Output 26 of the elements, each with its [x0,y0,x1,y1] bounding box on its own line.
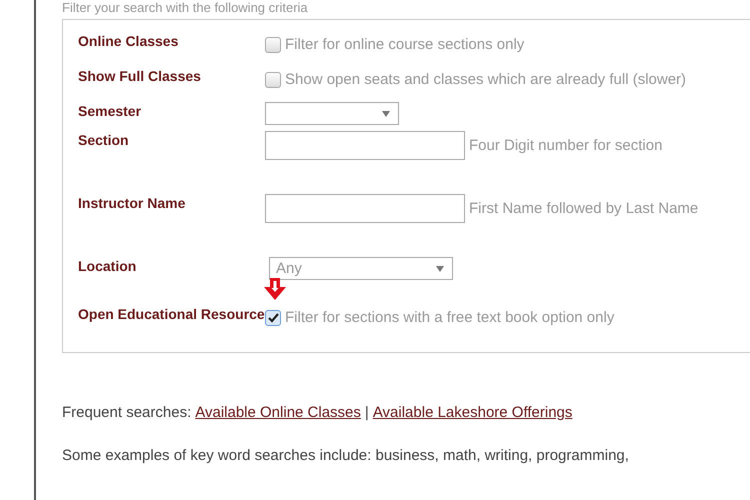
field-label: Location [78,257,138,276]
caret-icon [382,110,390,116]
link[interactable]: Available Lakeshore Offerings [372,404,572,421]
caret-icon [436,266,444,272]
dropdown[interactable] [265,102,399,125]
checkbox-label: Show open seats and classes which are already full (slower) [285,71,686,88]
field-hint: Four Digit number for section [469,137,662,154]
separator: | [364,404,369,421]
frequent-label: Frequent searches: [62,404,192,421]
field-label: Section [78,131,130,150]
link[interactable]: Available Online Classes [195,404,361,421]
field-label: Semester [78,102,142,121]
field-label: Open Educational Resource [78,305,265,324]
checkbox[interactable] [265,36,281,52]
field-hint: First Name followed by Last Name [469,200,698,217]
checkbox-label: Filter for online course sections only [285,36,524,53]
input-field[interactable] [265,131,465,160]
intro-text: Filter your search with the following criteria [62,0,309,15]
checkbox[interactable] [265,72,281,88]
checkbox[interactable] [265,310,281,326]
examples-text: Some examples of key word searches include: business, math, writing, programming, [62,447,630,464]
field-label: Instructor Name [78,194,186,213]
field-label: Online Classes [78,32,180,51]
checkbox-label: Filter for sections with a free text book option only [285,309,614,326]
field-label: Show Full Classes [78,67,202,86]
input-field[interactable] [265,194,465,223]
